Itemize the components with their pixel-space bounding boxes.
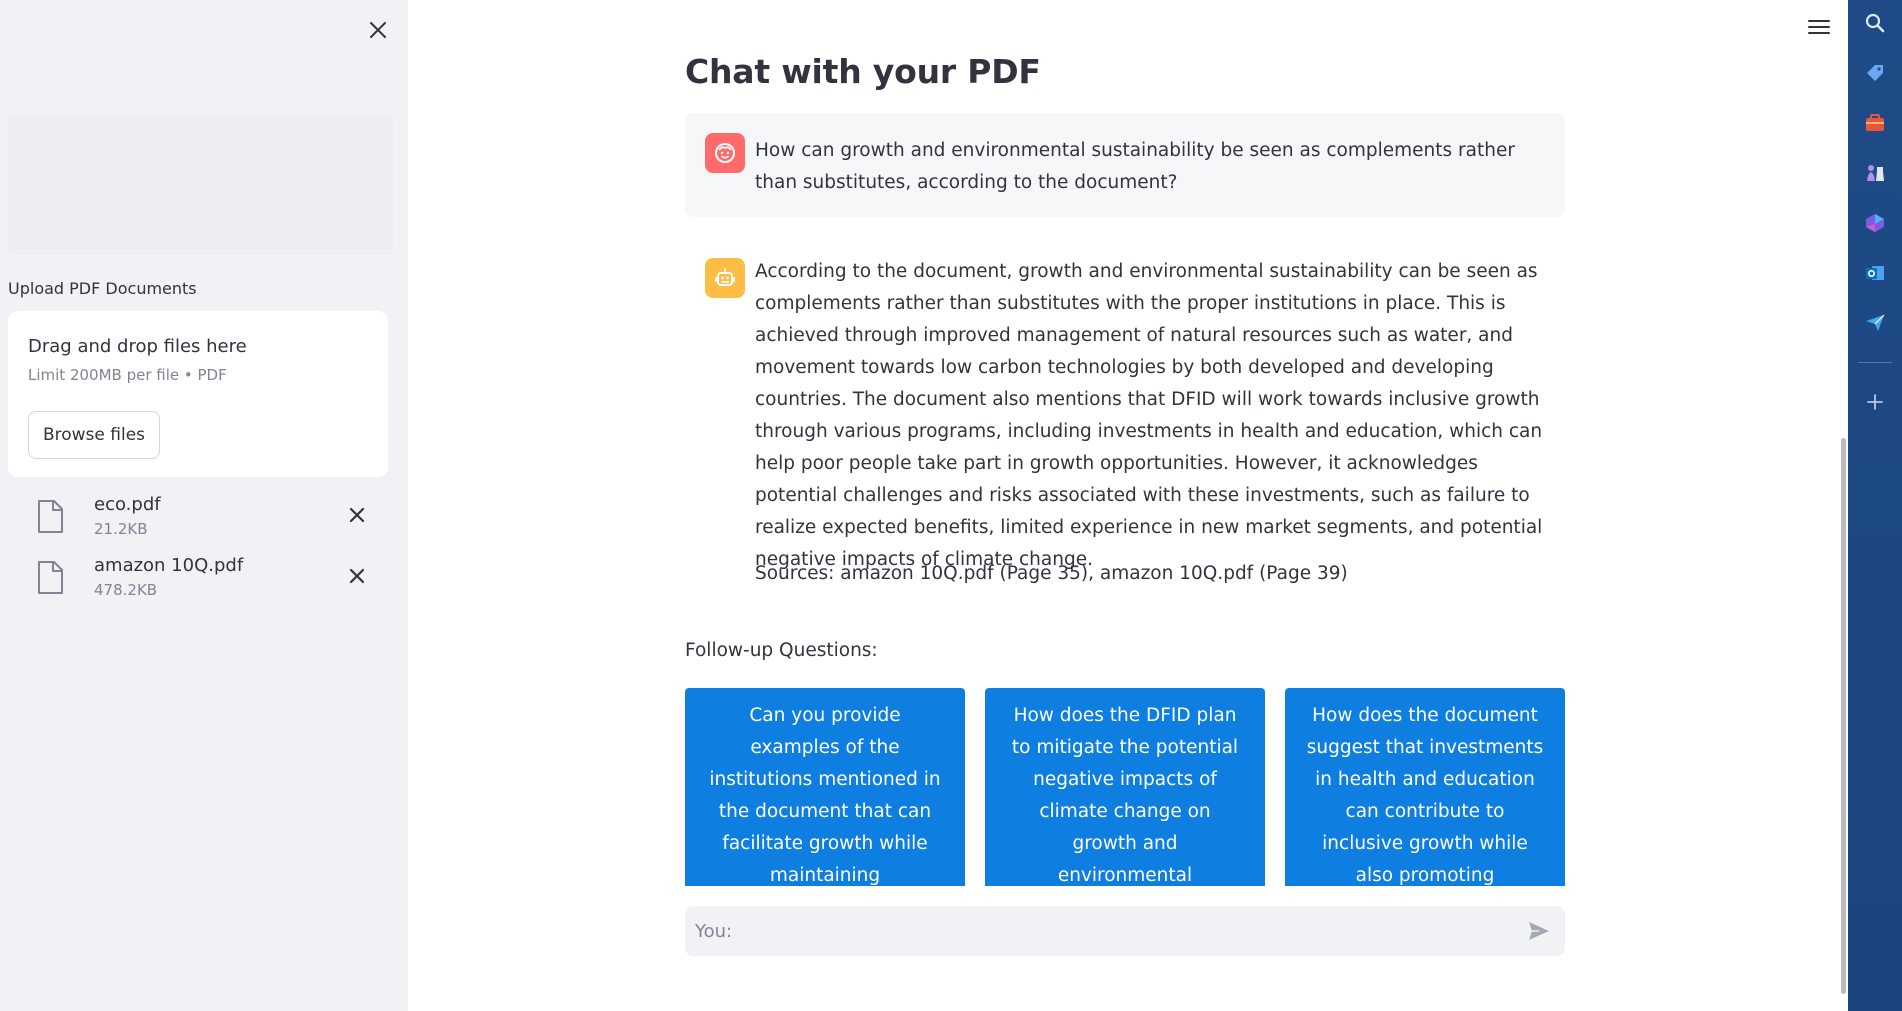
- copilot-icon: [1866, 214, 1884, 232]
- followup-question-button[interactable]: How does the DFID plan to mitigate the p…: [985, 688, 1265, 886]
- assistant-message-text: According to the document, growth and en…: [755, 261, 1543, 570]
- edge-search-button[interactable]: [1862, 10, 1888, 36]
- file-name: amazon 10Q.pdf: [94, 555, 244, 576]
- browse-files-button[interactable]: Browse files: [28, 411, 160, 459]
- dropzone-limit-text: Limit 200MB per file • PDF: [28, 366, 227, 384]
- page-title: Chat with your PDF: [685, 52, 1041, 91]
- robot-icon: [715, 268, 735, 286]
- assistant-chat-message: According to the document, growth and en…: [685, 240, 1565, 600]
- file-size: 21.2KB: [94, 520, 148, 538]
- edge-games-button[interactable]: [1862, 160, 1888, 186]
- close-icon: [349, 568, 365, 584]
- search-icon: [1865, 13, 1885, 33]
- edge-outlook-button[interactable]: [1862, 260, 1888, 286]
- file-name: eco.pdf: [94, 494, 161, 515]
- outlook-icon: [1866, 266, 1884, 280]
- dropzone-title: Drag and drop files here: [28, 336, 247, 357]
- followup-question-button[interactable]: How does the document suggest that inves…: [1285, 688, 1565, 886]
- send-icon: [1866, 314, 1885, 331]
- scrollbar-thumb[interactable]: [1841, 438, 1846, 994]
- edge-tools-button[interactable]: [1862, 110, 1888, 136]
- edge-copilot-button[interactable]: [1862, 210, 1888, 236]
- edge-add-button[interactable]: [1862, 389, 1888, 415]
- followup-label: Follow-up Questions:: [685, 640, 878, 661]
- assistant-avatar: [705, 258, 745, 298]
- uploaded-file-item: eco.pdf 21.2KB: [8, 492, 388, 548]
- followup-question-button[interactable]: Can you provide examples of the institut…: [685, 688, 965, 886]
- hamburger-menu-icon: [1808, 20, 1830, 34]
- assistant-sources: Sources: amazon 10Q.pdf (Page 35), amazo…: [755, 563, 1348, 584]
- user-face-icon: [715, 143, 735, 163]
- user-chat-message: How can growth and environmental sustain…: [685, 113, 1565, 217]
- file-size: 478.2KB: [94, 581, 158, 599]
- uploaded-file-item: amazon 10Q.pdf 478.2KB: [8, 553, 388, 609]
- remove-file-button[interactable]: [344, 563, 370, 589]
- browser-edge-sidebar: [1848, 0, 1902, 1011]
- followup-questions: Can you provide examples of the institut…: [685, 688, 1565, 886]
- briefcase-icon: [1866, 114, 1884, 131]
- close-icon: [349, 507, 365, 523]
- add-icon: [1867, 394, 1883, 410]
- chess-icon: [1867, 165, 1884, 181]
- close-icon: [370, 22, 386, 38]
- sidebar-close-button[interactable]: [364, 16, 392, 44]
- sidebar-placeholder-block: [8, 117, 393, 254]
- edge-shopping-button[interactable]: [1862, 60, 1888, 86]
- main-menu-button[interactable]: [1804, 14, 1834, 40]
- user-message-text: How can growth and environmental sustain…: [755, 140, 1515, 193]
- send-icon: [1529, 922, 1549, 940]
- file-icon: [38, 500, 63, 533]
- chat-input-box: [685, 906, 1565, 956]
- send-button[interactable]: [1525, 918, 1553, 944]
- upload-label: Upload PDF Documents: [8, 279, 197, 298]
- tag-icon: [1867, 65, 1883, 81]
- edge-send-button[interactable]: [1862, 310, 1888, 336]
- user-avatar: [705, 133, 745, 173]
- sidebar: Upload PDF Documents Drag and drop files…: [0, 0, 408, 1011]
- edge-divider: [1858, 362, 1892, 363]
- main-scrollbar[interactable]: [1838, 0, 1848, 1011]
- file-dropzone[interactable]: Drag and drop files here Limit 200MB per…: [8, 311, 388, 477]
- chat-input[interactable]: [695, 906, 1495, 956]
- remove-file-button[interactable]: [344, 502, 370, 528]
- file-icon: [38, 561, 63, 594]
